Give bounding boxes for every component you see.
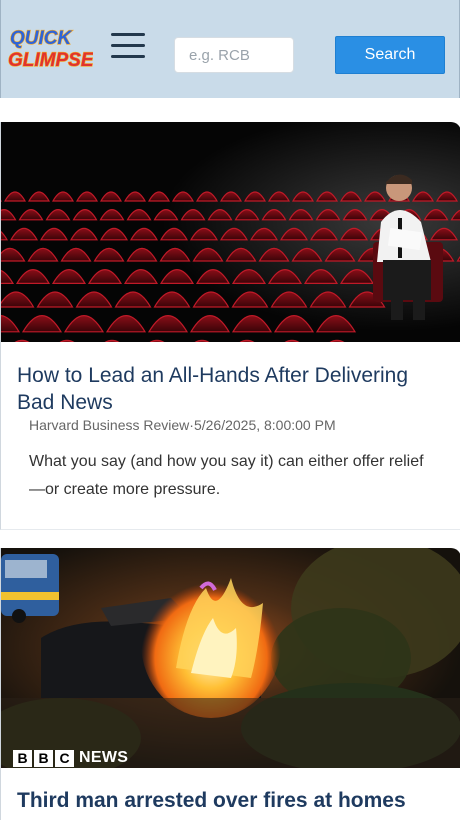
bbc-news-logo: B B C NEWS: [13, 749, 128, 767]
article-title[interactable]: Third man arrested over fires at homes: [17, 787, 447, 814]
article-title[interactable]: How to Lead an All-Hands After Deliverin…: [17, 362, 447, 416]
theater-seats-man-reading-image[interactable]: [1, 122, 460, 342]
article-meta: Harvard Business Review·5/26/2025, 8:00:…: [29, 417, 336, 433]
menu-icon[interactable]: [111, 33, 145, 63]
search-button[interactable]: Search: [335, 36, 445, 74]
car-fire-night-image[interactable]: B B C NEWS: [1, 548, 460, 768]
svg-text:QUICK: QUICK: [10, 28, 73, 49]
article-card[interactable]: B B C NEWS Third man arrested over fires…: [0, 548, 460, 820]
top-header: QUICK GLIMPSE Search: [0, 0, 460, 98]
article-description: What you say (and how you say it) can ei…: [29, 453, 424, 498]
quick-glimpse-logo[interactable]: QUICK GLIMPSE: [7, 24, 93, 74]
search-input[interactable]: [174, 37, 294, 73]
svg-text:GLIMPSE: GLIMPSE: [8, 50, 93, 71]
article-card[interactable]: How to Lead an All-Hands After Deliverin…: [0, 122, 460, 530]
